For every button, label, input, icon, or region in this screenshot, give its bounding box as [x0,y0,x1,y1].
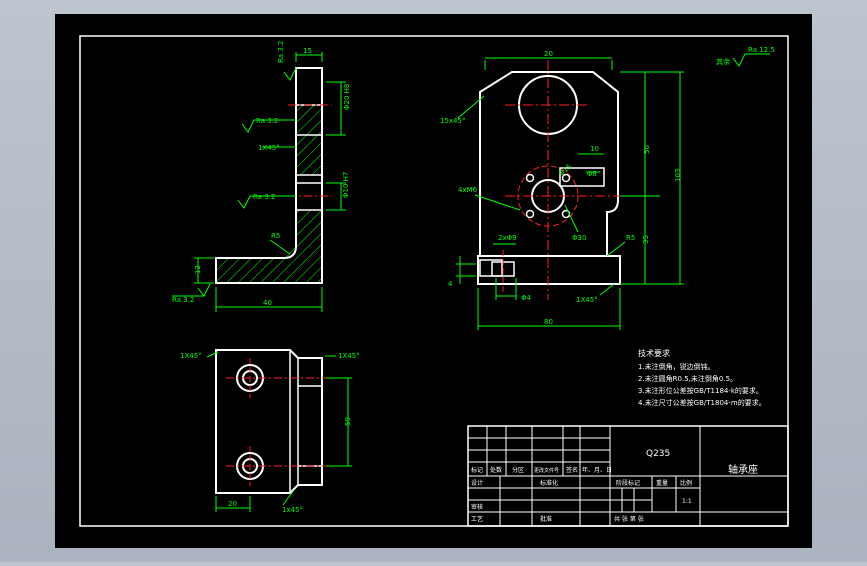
dim-front-2x: Φ4 [521,294,532,302]
dim-front-50: 50 [643,145,651,154]
dim-front-base-width: 80 [544,318,553,326]
notes-line: 2.未注圆角R0.5,未注倒角0.5。 [638,374,737,383]
dim-front-103: 103 [674,169,682,182]
notes-line: 1.未注倒角，锐边倒钝。 [638,362,715,371]
dim-side-a: Φ20 H8 [343,84,351,110]
dim-front-top-width: 20 [544,50,553,58]
roughness-side-mid1: Ra 3.2 [256,117,278,125]
front-holes: 4xM6 [458,186,478,194]
part-name: 轴承座 [728,463,758,476]
sheets-label: 共 张 第 张 [614,515,644,523]
front-fillet: R5 [626,234,635,242]
standardization-label: 标准化 [540,479,558,487]
notes-line: 3.未注形位公差按GB/T1184-k的要求。 [638,386,763,395]
roughness-side-base: Ra 3.2 [172,296,194,304]
process-label: 工艺 [471,515,483,523]
top-bottom-chamfer: 1x45° [282,506,303,514]
dim-side-top-width: 15 [303,47,312,55]
top-chamfer-right: 1X45° [338,352,360,360]
roughness-global: Ra 12.5 [748,46,775,54]
header-cell: 分区 [512,466,524,474]
top-chamfer-left: 1X45° [180,352,202,360]
notes-title: 技术要求 [638,348,670,358]
scale-label: 比例 [680,479,692,487]
dim-front-phi30: Φ30 [572,234,586,242]
side-hatch-upper [296,105,322,175]
dim-front-4: 4 [448,280,453,288]
drawing-canvas: 15 Ra 3.2 Φ20 H8 Φ10 H7 Ra 3.2 1X45° Ra … [55,14,812,548]
dim-front-small: 2xΦ9 [498,234,517,242]
roughness-side-top: Ra 3.2 [277,41,285,63]
design-label: 设计 [471,479,483,487]
dim-front-phi8: Φ8 [587,170,597,178]
dim-top-20: 20 [228,500,237,508]
header-cell: 更改文件号 [534,467,559,474]
weight-label: 重量 [656,479,668,487]
cad-window: 15 Ra 3.2 Φ20 H8 Φ10 H7 Ra 3.2 1X45° Ra … [0,0,867,562]
roughness-side-mid2: Ra 3.2 [253,193,275,201]
review-label: 审核 [471,503,483,511]
drawing-background [55,14,812,548]
front-chamfer: 15x45° [440,117,465,125]
dim-top-50: 50 [344,417,352,426]
roughness-global-label: 其余 [716,57,730,66]
scale-value: 1:1 [682,498,692,505]
dim-side-b: Φ10 H7 [342,172,350,198]
front-base-chamfer: 1X45° [576,296,598,304]
dim-front-35: 35 [642,235,650,244]
side-chamfer: 1X45° [258,144,280,152]
header-cell: 标记 [471,466,483,474]
header-cell: 处数 [490,466,502,474]
material: Q235 [646,449,670,459]
dim-side-base-height: 12 [194,265,202,274]
approve-label: 批准 [540,515,552,523]
header-cell: 年、月、日 [582,466,612,474]
stage-mark-label: 阶段标记 [616,479,640,487]
side-fillet: R5 [271,232,280,240]
dim-side-total-width: 40 [263,299,272,307]
dim-front-10: 10 [590,145,599,153]
notes-line: 4.未注尺寸公差按GB/T1804-m的要求。 [638,398,766,407]
header-cell: 签名 [566,466,578,474]
